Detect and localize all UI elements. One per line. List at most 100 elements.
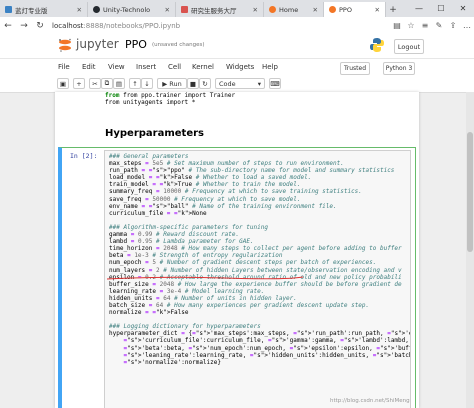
jupyter-logo-icon[interactable] <box>58 38 72 52</box>
menu-kernel[interactable]: Kernel <box>192 63 214 71</box>
stop-icon[interactable]: ■ <box>187 78 199 89</box>
forward-icon[interactable]: → <box>16 21 32 31</box>
browser-tab-4[interactable]: PPO ✕ <box>324 2 386 17</box>
jupyter-brand[interactable]: jupyter <box>76 37 119 51</box>
code-line: ### Logging dictionary for hyperparamete… <box>109 323 261 331</box>
code-text[interactable]: ### General parameters max_steps = 5e5 # … <box>109 153 410 366</box>
scrollbar-thumb[interactable] <box>467 132 473 252</box>
browser-tab-bar: 蓝灯专业版 ✕ Unity-Technolo ✕ 研究生服务大厅 ✕ Home … <box>0 0 474 17</box>
code-line: ="s">'leaning_rate':learning_rate, ="s">… <box>123 351 410 359</box>
github-icon <box>93 6 100 13</box>
close-window-icon[interactable]: ✕ <box>452 4 474 13</box>
tab-label: 蓝灯专业版 <box>15 6 48 15</box>
code-line: from ppo.trainer import Trainer <box>123 92 236 99</box>
restart-icon[interactable]: ↻ <box>199 78 211 89</box>
code-line: ="s">'normalize':normalize} <box>123 358 221 366</box>
code-line: num_epoch = 5 # Number of gradient desce… <box>109 259 377 267</box>
cut-icon[interactable]: ✂ <box>89 78 101 89</box>
move-down-icon[interactable]: ↓ <box>141 78 153 89</box>
chevron-down-icon: ▾ <box>257 79 261 88</box>
code-line: gamma = 0.99 # Reward discount rate. <box>109 231 240 239</box>
code-line: lambd = 0.95 # Lambda parameter for GAE. <box>109 238 254 246</box>
code-line: ="s">'beta':beta, ="s">'num_epoch':num_e… <box>123 344 410 352</box>
notebook-toolbar: ▣ + ✂ ⧉ ▤ ↑ ↓ ▶ Run ■ ↻ Code ▾ ⌨ <box>0 75 474 93</box>
code-line: curriculum_file = ="k">None <box>109 209 207 217</box>
close-icon[interactable]: ✕ <box>309 6 318 14</box>
code-line: hyperparameter_dict = {="s">'max_steps':… <box>109 330 410 338</box>
menu-help[interactable]: Help <box>262 63 278 71</box>
favorites-hub-icon[interactable]: ≡ <box>418 21 432 30</box>
menu-edit[interactable]: Edit <box>82 63 96 71</box>
close-icon[interactable]: ✕ <box>161 6 170 14</box>
cell-type-select[interactable]: Code ▾ <box>215 78 265 89</box>
browser-tab-3[interactable]: Home ✕ <box>264 2 324 17</box>
address-actions: ▤ ☆ ≡ ✎ ⇪ … <box>390 21 474 30</box>
run-button[interactable]: ▶ Run <box>157 78 187 89</box>
save-icon[interactable]: ▣ <box>57 78 69 89</box>
window-controls: — ☐ ✕ <box>408 0 474 17</box>
copy-icon[interactable]: ⧉ <box>101 78 113 89</box>
code-line: train_model = ="k">True # Whether to tra… <box>109 181 301 189</box>
university-icon <box>181 6 188 13</box>
python-logo-icon <box>370 38 384 52</box>
menu-view[interactable]: View <box>108 63 125 71</box>
save-status: (unsaved changes) <box>152 42 205 48</box>
paste-icon[interactable]: ▤ <box>113 78 125 89</box>
tab-label: PPO <box>339 5 352 14</box>
notebook-container: from from ppo.trainer import Trainer fro… <box>55 92 419 408</box>
code-line: hidden_units = 64 # Number of units in h… <box>109 294 297 302</box>
kernel-indicator[interactable]: Python 3 <box>383 62 415 75</box>
move-up-icon[interactable]: ↑ <box>129 78 141 89</box>
red-underline-annotation <box>106 276 304 280</box>
new-tab-button[interactable]: + <box>386 2 400 17</box>
close-icon[interactable]: ✕ <box>73 6 82 14</box>
url-field[interactable]: localhost:8888/notebooks/PPO.ipynb <box>52 22 180 30</box>
address-bar: ← → ↻ localhost:8888/notebooks/PPO.ipynb… <box>0 17 474 35</box>
code-line: num_layers = 2 # Number of hidden Layers… <box>109 266 402 274</box>
jupyter-tab-icon <box>269 6 276 13</box>
notebook-title[interactable]: PPO <box>125 38 147 51</box>
insert-cell-icon[interactable]: + <box>73 78 85 89</box>
browser-tab-1[interactable]: Unity-Technolo ✕ <box>88 2 176 17</box>
close-icon[interactable]: ✕ <box>249 6 258 14</box>
tab-label: Home <box>279 5 299 14</box>
tab-label: Unity-Technolo <box>103 5 151 14</box>
reading-view-icon[interactable]: ▤ <box>390 21 404 30</box>
close-icon[interactable]: ✕ <box>371 6 380 14</box>
code-line: ### General parameters <box>109 153 189 160</box>
trusted-indicator[interactable]: Trusted <box>340 62 370 75</box>
code-cell[interactable]: In [2]: ### General parameters max_steps … <box>58 147 416 408</box>
code-line: beta = 1e-3 # Strength of entropy regula… <box>109 252 283 260</box>
share-icon[interactable]: ⇪ <box>446 21 460 30</box>
menu-widgets[interactable]: Widgets <box>226 63 254 71</box>
favorite-star-icon[interactable]: ☆ <box>404 21 418 30</box>
minimize-icon[interactable]: — <box>408 4 430 13</box>
scrollbar[interactable] <box>466 92 474 408</box>
browser-tab-0[interactable]: 蓝灯专业版 ✕ <box>0 2 88 17</box>
code-editor[interactable]: ### General parameters max_steps = 5e5 # … <box>104 150 411 408</box>
browser-tab-2[interactable]: 研究生服务大厅 ✕ <box>176 2 264 17</box>
code-line: normalize = ="k">False <box>109 309 189 317</box>
logout-button[interactable]: Logout <box>394 39 424 54</box>
menu-file[interactable]: File <box>58 63 70 71</box>
menu-cell[interactable]: Cell <box>168 63 181 71</box>
url-host: localhost <box>52 21 84 30</box>
code-line: learning_rate = 3e-4 # Model learning ra… <box>109 287 265 295</box>
menu-insert[interactable]: Insert <box>136 63 156 71</box>
back-icon[interactable]: ← <box>0 21 16 31</box>
maximize-icon[interactable]: ☐ <box>430 4 452 13</box>
command-palette-icon[interactable]: ⌨ <box>269 78 281 89</box>
markdown-heading: Hyperparameters <box>105 128 204 139</box>
cell-type-value: Code <box>219 79 236 88</box>
input-prompt: In [2]: <box>70 152 98 160</box>
url-path: :8888/notebooks/PPO.ipynb <box>83 21 181 30</box>
menu-bar: File Edit View Insert Cell Kernel Widget… <box>0 58 474 76</box>
code-line: load_model = ="k">False # Whether to loa… <box>109 174 312 182</box>
jupyter-tab-icon <box>329 6 336 13</box>
tab-label: 研究生服务大厅 <box>191 6 237 15</box>
refresh-icon[interactable]: ↻ <box>32 21 48 31</box>
notes-icon[interactable]: ✎ <box>432 21 446 30</box>
more-icon[interactable]: … <box>460 21 474 30</box>
